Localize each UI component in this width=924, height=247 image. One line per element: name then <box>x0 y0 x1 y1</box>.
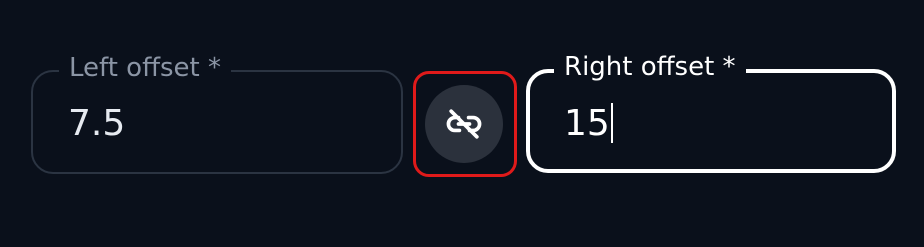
link-toggle-button[interactable] <box>425 85 503 163</box>
left-offset-value[interactable]: 7.5 <box>68 102 125 146</box>
left-offset-field[interactable]: Left offset * 7.5 <box>31 52 403 174</box>
right-offset-label: Right offset * <box>554 51 746 83</box>
right-offset-value[interactable]: 15 <box>564 102 613 146</box>
offset-controls: Left offset * 7.5 Right offset * 15 <box>0 0 924 247</box>
unlink-icon <box>446 109 482 139</box>
left-offset-label: Left offset * <box>59 52 232 84</box>
text-caret <box>610 103 613 143</box>
right-offset-field[interactable]: Right offset * 15 <box>526 51 896 173</box>
